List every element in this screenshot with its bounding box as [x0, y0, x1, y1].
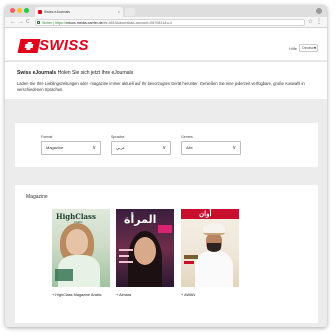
- magazine-cover[interactable]: HighClass Arabic: [52, 209, 110, 287]
- cover-art: [119, 261, 133, 263]
- browser-menu-icon[interactable]: ⋮: [316, 17, 322, 28]
- language-filter-value: عربي: [116, 145, 126, 150]
- browser-tab[interactable]: Swiss eJournals ×: [35, 7, 123, 17]
- url-path: /#s-4815&download-account=0670831&u-4: [102, 21, 172, 25]
- reload-icon[interactable]: C: [26, 17, 30, 28]
- cover-art: [158, 225, 172, 233]
- tab-close-icon[interactable]: ×: [118, 7, 120, 17]
- page-title-rest: Holen Sie sich jetzt Ihre eJournals: [56, 70, 134, 76]
- format-label: Format: [41, 135, 53, 139]
- chevron-down-icon: ▾: [314, 46, 316, 50]
- cover-masthead: المرأة: [124, 213, 157, 226]
- magazine-title-link[interactable]: + HighClass Magazine Arabic: [52, 293, 110, 298]
- format-filter: Format Magazine ∨: [41, 135, 101, 155]
- browser-window: Swiss eJournals × ← → C Sicher | https:/…: [5, 5, 327, 327]
- cover-subtitle: Arabic: [74, 220, 83, 224]
- cover-masthead: أوان: [199, 211, 212, 218]
- language-select[interactable]: Deutsch ▾: [299, 44, 318, 52]
- genre-filter: Genres Alle ∨: [181, 135, 241, 155]
- address-bar[interactable]: Sicher | https://mtoos.media-carrier.de/…: [35, 19, 305, 26]
- cover-art: [66, 229, 88, 255]
- cover-art: [203, 223, 225, 235]
- new-tab-button[interactable]: [125, 8, 135, 16]
- magazine-cover[interactable]: أوان: [181, 209, 239, 287]
- close-window-button[interactable]: [10, 8, 15, 13]
- minimize-window-button[interactable]: [17, 8, 22, 13]
- magazine-section: Magazine HighClass Arabic + HighClass Ma…: [15, 185, 318, 323]
- profile-icon[interactable]: [316, 8, 322, 14]
- tab-title: Swiss eJournals: [44, 10, 70, 14]
- magazine-title-link[interactable]: + Almara: [116, 293, 174, 298]
- intro-text: Laden Sie Ihre Lieblingszeitungen oder -…: [17, 81, 305, 92]
- magazine-cover[interactable]: المرأة: [116, 209, 174, 287]
- url-host: mtoos.media-carrier.de: [65, 21, 103, 25]
- tab-bar: Swiss eJournals ×: [5, 5, 327, 17]
- page-title-bold: Swiss eJournals: [17, 70, 57, 76]
- bookmark-star-icon[interactable]: ☆: [308, 17, 313, 28]
- chevron-down-icon: ∨: [232, 145, 236, 151]
- favicon-icon: [38, 10, 42, 14]
- intro-section: Swiss eJournals Holen Sie sich jetzt Ihr…: [5, 61, 327, 99]
- chevron-down-icon: ∨: [162, 145, 166, 151]
- cover-art: [195, 251, 233, 287]
- cover-art: [134, 237, 156, 265]
- cover-art: [119, 255, 129, 257]
- genre-label: Genres: [181, 135, 193, 139]
- cover-art: [184, 255, 198, 259]
- genre-value: Alle: [186, 145, 193, 150]
- magazine-card[interactable]: أوان + AWAN: [181, 209, 239, 298]
- cover-art: [55, 269, 73, 281]
- url-security: Sicher | https://: [42, 21, 66, 25]
- language-filter-select[interactable]: عربي ∨: [111, 141, 171, 155]
- magazine-title-link[interactable]: + AWAN: [181, 293, 239, 298]
- cover-art: [119, 249, 133, 251]
- brand-wordmark: SWISS: [39, 37, 89, 54]
- page-title: Swiss eJournals Holen Sie sich jetzt Ihr…: [17, 70, 315, 76]
- language-filter: Sprache عربي ∨: [111, 135, 171, 155]
- forward-arrow-icon[interactable]: →: [18, 17, 24, 28]
- chevron-down-icon: ∨: [92, 145, 96, 151]
- back-arrow-icon[interactable]: ←: [10, 17, 16, 28]
- magazine-card[interactable]: HighClass Arabic + HighClass Magazine Ar…: [52, 209, 110, 298]
- cover-art: [184, 261, 194, 264]
- help-link[interactable]: Hilfe: [289, 46, 297, 51]
- page-content: SWISS Hilfe Deutsch ▾ Swiss eJournals Ho…: [5, 28, 327, 327]
- genre-select[interactable]: Alle ∨: [181, 141, 241, 155]
- format-value: Magazine: [46, 145, 64, 150]
- format-select[interactable]: Magazine ∨: [41, 141, 101, 155]
- swiss-flag-icon: [17, 39, 41, 53]
- maximize-window-button[interactable]: [24, 8, 29, 13]
- cover-art: [207, 243, 221, 252]
- lock-icon: [37, 21, 40, 24]
- browser-toolbar: ← → C Sicher | https://mtoos.media-carri…: [5, 17, 327, 28]
- magazine-card[interactable]: المرأة + Almara: [116, 209, 174, 298]
- site-header: SWISS Hilfe Deutsch ▾: [5, 28, 327, 60]
- language-filter-label: Sprache: [111, 135, 125, 139]
- filter-panel: Format Magazine ∨ Sprache عربي ∨ Genres …: [15, 123, 318, 167]
- section-title: Magazine: [26, 194, 48, 200]
